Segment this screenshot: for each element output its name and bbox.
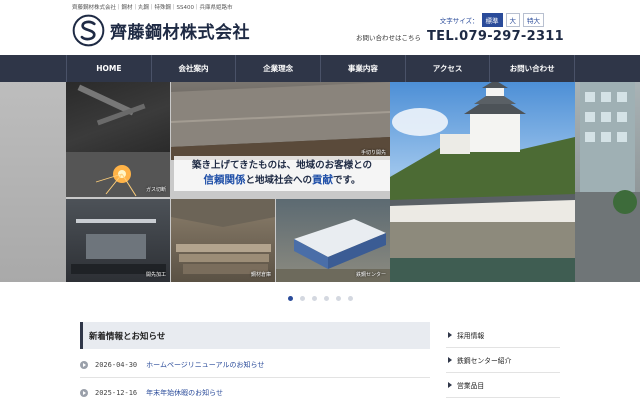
nav-company[interactable]: 会社案内 bbox=[150, 55, 236, 82]
news-item[interactable]: 2025-12-16 年末年始休暇のお知らせ bbox=[80, 380, 430, 400]
next-slide-preview[interactable] bbox=[575, 82, 640, 282]
caption-highlight-trust: 信頼関係 bbox=[203, 174, 246, 186]
warehouse-graphic bbox=[171, 199, 275, 274]
hand-cutting-graphic bbox=[171, 82, 390, 160]
font-size-switcher: 文字サイズ： 標準 大 特大 bbox=[440, 13, 544, 27]
beveling-graphic bbox=[71, 219, 166, 274]
side-item-label: 採用情報 bbox=[457, 332, 485, 340]
font-size-label: 文字サイズ： bbox=[439, 17, 479, 25]
gas-cutting-photo: ガス切断 bbox=[66, 82, 170, 197]
hero-caption: 築き上げてきたものは、地域のお客様との 信頼関係と地域社会への貢献です。 bbox=[174, 156, 390, 191]
slider-dot[interactable] bbox=[300, 296, 305, 301]
gas-cutting-graphic bbox=[66, 84, 170, 197]
news-header: 新着情報とお知らせ bbox=[80, 322, 430, 349]
news-link[interactable]: 年末年始休暇のお知らせ bbox=[146, 388, 223, 398]
beveling-label: 開先加工 bbox=[145, 272, 166, 278]
arrow-circle-icon bbox=[80, 360, 88, 369]
caption-highlight-contribution: 貢献 bbox=[311, 174, 333, 186]
logo-mark-icon bbox=[72, 14, 105, 47]
steel-center-label: 鉄鋼センター bbox=[355, 272, 386, 278]
company-logo[interactable]: 齊藤鋼材株式会社 bbox=[72, 14, 250, 47]
hand-cutting-label: 手切り開先 bbox=[360, 150, 386, 156]
hero-slider: ガス切断 手切り開先 築き上げてきたものは、地域のお客様との 信頼関係と地域社会… bbox=[0, 82, 640, 282]
caption-line-2: 信頼関係と地域社会への貢献です。 bbox=[180, 173, 384, 188]
nav-home[interactable]: HOME bbox=[66, 55, 151, 82]
castle-photo bbox=[390, 82, 575, 282]
slider-dot[interactable] bbox=[336, 296, 341, 301]
side-item-products[interactable]: 営業品目 bbox=[446, 373, 560, 398]
slider-dot[interactable] bbox=[324, 296, 329, 301]
arrow-circle-icon bbox=[80, 388, 88, 397]
side-menu: 採用情報 鉄鋼センター紹介 営業品目 bbox=[446, 323, 560, 398]
castle-graphic bbox=[390, 82, 575, 282]
font-size-large-button[interactable]: 大 bbox=[505, 13, 520, 27]
font-size-standard-button[interactable]: 標準 bbox=[481, 13, 503, 27]
caption-end: です。 bbox=[332, 175, 361, 186]
triangle-right-icon bbox=[448, 357, 452, 363]
contact-label: お問い合わせはこちら bbox=[355, 34, 421, 42]
nav-business[interactable]: 事業内容 bbox=[320, 55, 405, 82]
side-item-steel-center[interactable]: 鉄鋼センター紹介 bbox=[446, 348, 560, 373]
company-name: 齊藤鋼材株式会社 bbox=[110, 23, 250, 43]
side-item-recruit[interactable]: 採用情報 bbox=[446, 323, 560, 348]
slider-dot[interactable] bbox=[288, 296, 293, 301]
prev-slide-preview[interactable] bbox=[0, 82, 66, 282]
slider-dot[interactable] bbox=[312, 296, 317, 301]
building-graphic bbox=[575, 82, 640, 282]
triangle-right-icon bbox=[448, 382, 452, 388]
steel-center-graphic bbox=[276, 219, 390, 282]
slider-pagination bbox=[288, 296, 353, 301]
hand-cutting-photo: 手切り開先 bbox=[171, 82, 390, 160]
side-item-label: 営業品目 bbox=[457, 382, 485, 390]
hero-slide-collage: ガス切断 手切り開先 築き上げてきたものは、地域のお客様との 信頼関係と地域社会… bbox=[66, 82, 390, 282]
font-size-xlarge-button[interactable]: 特大 bbox=[523, 13, 544, 27]
gas-cutting-label: ガス切断 bbox=[145, 187, 166, 193]
header-tagline: 齊藤鋼材株式会社｜鋼材｜丸鋼｜特殊鋼｜SS400｜兵庫県姫路市 bbox=[72, 5, 233, 11]
contact-info: お問い合わせはこちら TEL.079-297-2311 bbox=[356, 29, 564, 44]
side-item-label: 鉄鋼センター紹介 bbox=[457, 357, 512, 365]
caption-line-1: 築き上げてきたものは、地域のお客様との bbox=[191, 160, 373, 171]
slider-dot[interactable] bbox=[348, 296, 353, 301]
triangle-right-icon bbox=[448, 332, 452, 338]
global-nav: HOME 会社案内 企業理念 事業内容 アクセス お問い合わせ bbox=[0, 55, 640, 82]
news-item[interactable]: 2026-04-30 ホームページリニューアルのお知らせ bbox=[80, 352, 430, 378]
nav-contact[interactable]: お問い合わせ bbox=[489, 55, 576, 82]
news-date: 2026-04-30 bbox=[95, 360, 138, 369]
nav-philosophy[interactable]: 企業理念 bbox=[235, 55, 320, 82]
news-link[interactable]: ホームページリニューアルのお知らせ bbox=[146, 360, 264, 370]
beveling-photo: 開先加工 bbox=[66, 199, 170, 282]
caption-mid: と地域社会への bbox=[245, 175, 312, 186]
warehouse-photo: 鋼材倉庫 bbox=[171, 199, 275, 282]
warehouse-label: 鋼材倉庫 bbox=[250, 272, 271, 278]
phone-number[interactable]: TEL.079-297-2311 bbox=[427, 29, 564, 44]
news-date: 2025-12-16 bbox=[95, 388, 138, 397]
steel-center-photo: 鉄鋼センター bbox=[276, 199, 390, 282]
news-title: 新着情報とお知らせ bbox=[89, 331, 166, 342]
nav-access[interactable]: アクセス bbox=[404, 55, 490, 82]
